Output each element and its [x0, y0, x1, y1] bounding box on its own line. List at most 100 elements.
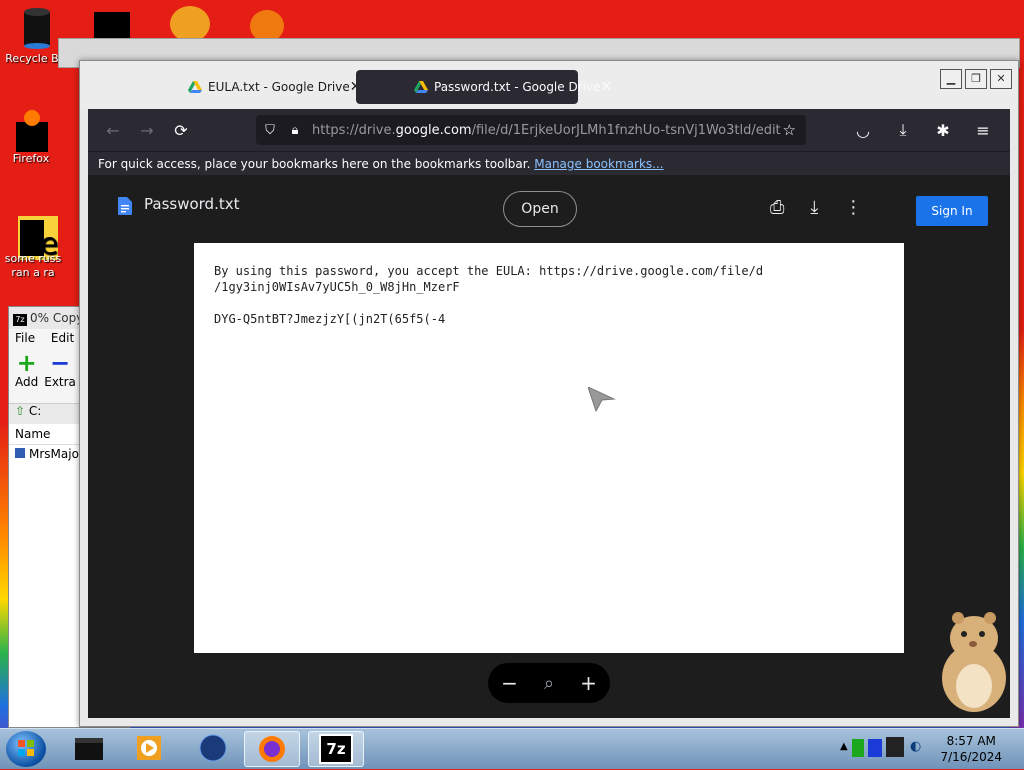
forward-icon[interactable]: →	[130, 115, 164, 145]
viewer-header: Password.txt Open ⎙ ⤓ ⋮ Sign In	[88, 175, 1010, 235]
close-tab-icon[interactable]: ✕	[600, 79, 612, 95]
document-page: By using this password, you accept the E…	[194, 243, 904, 653]
firefox-window: EULA.txt - Google Drive ✕ Password.txt -…	[79, 60, 1019, 727]
taskbar-app-7zip[interactable]: 7z	[308, 731, 364, 767]
recycle-bin-icon	[20, 6, 54, 49]
url-bar[interactable]: ⛉ 🔒︎ https://drive.google.com/file/d/1Er…	[256, 115, 806, 145]
document-line: DYG-Q5ntBT?JmezjzY[(jn2T(65f5(-4	[214, 312, 446, 326]
maximize-button[interactable]: ❐	[965, 69, 987, 89]
menu-item-edit[interactable]: Edit	[51, 331, 74, 345]
tab-label: Password.txt - Google Drive	[434, 80, 601, 94]
taskbar-app-media[interactable]	[122, 731, 176, 765]
google-docs-icon	[118, 197, 132, 215]
manage-bookmarks-link[interactable]: Manage bookmarks...	[534, 157, 663, 171]
desktop-app-icons-row	[90, 6, 310, 42]
menu-item-file[interactable]: File	[15, 331, 35, 345]
open-button[interactable]: Open	[503, 191, 577, 227]
tray-expand-icon[interactable]: ▲	[840, 741, 848, 752]
extract-label: Extra	[44, 375, 76, 389]
bookmarks-hint: For quick access, place your bookmarks h…	[98, 157, 531, 171]
pocket-icon[interactable]: ◡	[846, 115, 880, 145]
more-options-icon[interactable]: ⋮	[844, 197, 862, 218]
mouse-cursor-icon	[588, 387, 616, 413]
desktop-icon-firefox[interactable]: Firefox	[0, 108, 66, 165]
document-line: /1gy3inj0WIsAv7yUC5h_0_W8jHn_MzerF	[214, 280, 460, 294]
minus-icon: −	[50, 349, 71, 377]
address-text: C:	[28, 404, 42, 418]
zoom-icon: ⌕	[543, 672, 555, 694]
taskbar: 7z ▲ ◐ 8:57 AM 7/16/2024	[0, 728, 1024, 769]
tab-label: EULA.txt - Google Drive	[208, 80, 350, 94]
clock-date: 7/16/2024	[940, 750, 1002, 764]
zoom-out-button[interactable]: −	[501, 671, 518, 695]
taskbar-app-globe[interactable]	[186, 731, 240, 765]
hamster-mascot	[942, 612, 1006, 712]
lock-icon[interactable]: 🔒︎	[284, 123, 306, 138]
sevenzip-title-text: 0% Copy	[30, 311, 84, 325]
add-label: Add	[15, 375, 39, 389]
back-icon[interactable]: ←	[96, 115, 130, 145]
google-drive-icon	[188, 81, 202, 93]
tray-app-icon[interactable]	[868, 739, 882, 757]
shield-icon[interactable]: ⛉	[256, 123, 284, 138]
add-button[interactable]: + Add	[15, 351, 38, 399]
url-host: google.com	[395, 122, 472, 138]
start-button[interactable]	[6, 731, 46, 767]
download-icon[interactable]: ⤓	[810, 197, 818, 218]
clock-time: 8:57 AM	[946, 734, 996, 748]
zoom-controls: − ⌕ +	[488, 663, 610, 703]
desktop-icon-document[interactable]: e some russ ran a ra	[0, 214, 68, 280]
media-player-icon	[137, 736, 161, 760]
sign-in-button[interactable]: Sign In	[916, 196, 988, 226]
bookmark-star-icon[interactable]: ☆	[783, 121, 796, 139]
close-window-button[interactable]: ✕	[990, 69, 1012, 89]
menu-icon[interactable]: ≡	[966, 115, 1000, 145]
sevenzip-icon: 7z	[319, 734, 353, 764]
zoom-in-button[interactable]: +	[580, 671, 597, 695]
taskbar-app-cmd[interactable]	[62, 731, 116, 765]
plus-icon: +	[16, 349, 37, 377]
file-name: MrsMajo	[29, 447, 79, 461]
sevenzip-icon: 7z	[13, 314, 27, 326]
url-text: https://drive.google.com/file/d/1ErjkeUo…	[312, 123, 781, 138]
firefox-icon	[259, 736, 285, 762]
tab-strip: EULA.txt - Google Drive ✕ Password.txt -…	[80, 61, 1018, 109]
navigation-toolbar: ← → ⟳ ⛉ 🔒︎ https://drive.google.com/file…	[88, 109, 1010, 151]
google-drive-icon	[414, 81, 428, 93]
minimize-button[interactable]: ▁	[940, 69, 962, 89]
extensions-icon[interactable]: ✱	[926, 115, 960, 145]
toolbar-right: ◡ ⤓ ✱ ≡	[846, 115, 1000, 145]
desktop-icon-label: some russ ran a ra	[4, 252, 62, 279]
document-line: By using this password, you accept the E…	[214, 264, 764, 278]
document-icon: e	[16, 214, 58, 262]
tab-eula[interactable]: EULA.txt - Google Drive ✕	[130, 70, 361, 104]
volume-icon[interactable]: ◐	[910, 739, 921, 754]
reload-icon[interactable]: ⟳	[164, 115, 198, 145]
firefox-icon	[14, 108, 48, 152]
terminal-icon	[75, 738, 103, 760]
system-tray: ▲ ◐ 8:57 AM 7/16/2024	[834, 729, 1024, 769]
url-prefix: https://drive.	[312, 122, 396, 138]
up-folder-icon[interactable]: ⇧	[15, 404, 25, 418]
print-icon[interactable]: ⎙	[770, 197, 784, 218]
file-title: Password.txt	[144, 195, 240, 213]
download-icon[interactable]: ⤓	[886, 115, 920, 145]
tray-app-icon[interactable]	[852, 739, 864, 757]
clock[interactable]: 8:57 AM 7/16/2024	[940, 733, 1002, 765]
window-controls: ▁ ❐ ✕	[940, 69, 1012, 89]
windows-logo-icon	[18, 740, 34, 756]
taskbar-app-firefox[interactable]	[244, 731, 300, 767]
desktop-icon-label: Firefox	[12, 152, 50, 165]
browser-content-area: ← → ⟳ ⛉ 🔒︎ https://drive.google.com/file…	[88, 109, 1010, 718]
app-icon[interactable]	[170, 6, 210, 42]
extract-button[interactable]: − Extra	[44, 351, 76, 399]
network-icon[interactable]	[886, 737, 904, 757]
drive-viewer: Password.txt Open ⎙ ⤓ ⋮ Sign In By using…	[88, 175, 1010, 718]
tab-password[interactable]: Password.txt - Google Drive ✕	[356, 70, 612, 104]
viewer-actions: ⎙ ⤓ ⋮	[770, 197, 862, 218]
file-icon	[15, 448, 25, 458]
bookmarks-toolbar: For quick access, place your bookmarks h…	[88, 151, 1010, 176]
url-path: /file/d/1ErjkeUorJLMh1fnzhUo-tsnVj1Wo3tl…	[471, 122, 781, 138]
globe-icon	[199, 734, 227, 762]
